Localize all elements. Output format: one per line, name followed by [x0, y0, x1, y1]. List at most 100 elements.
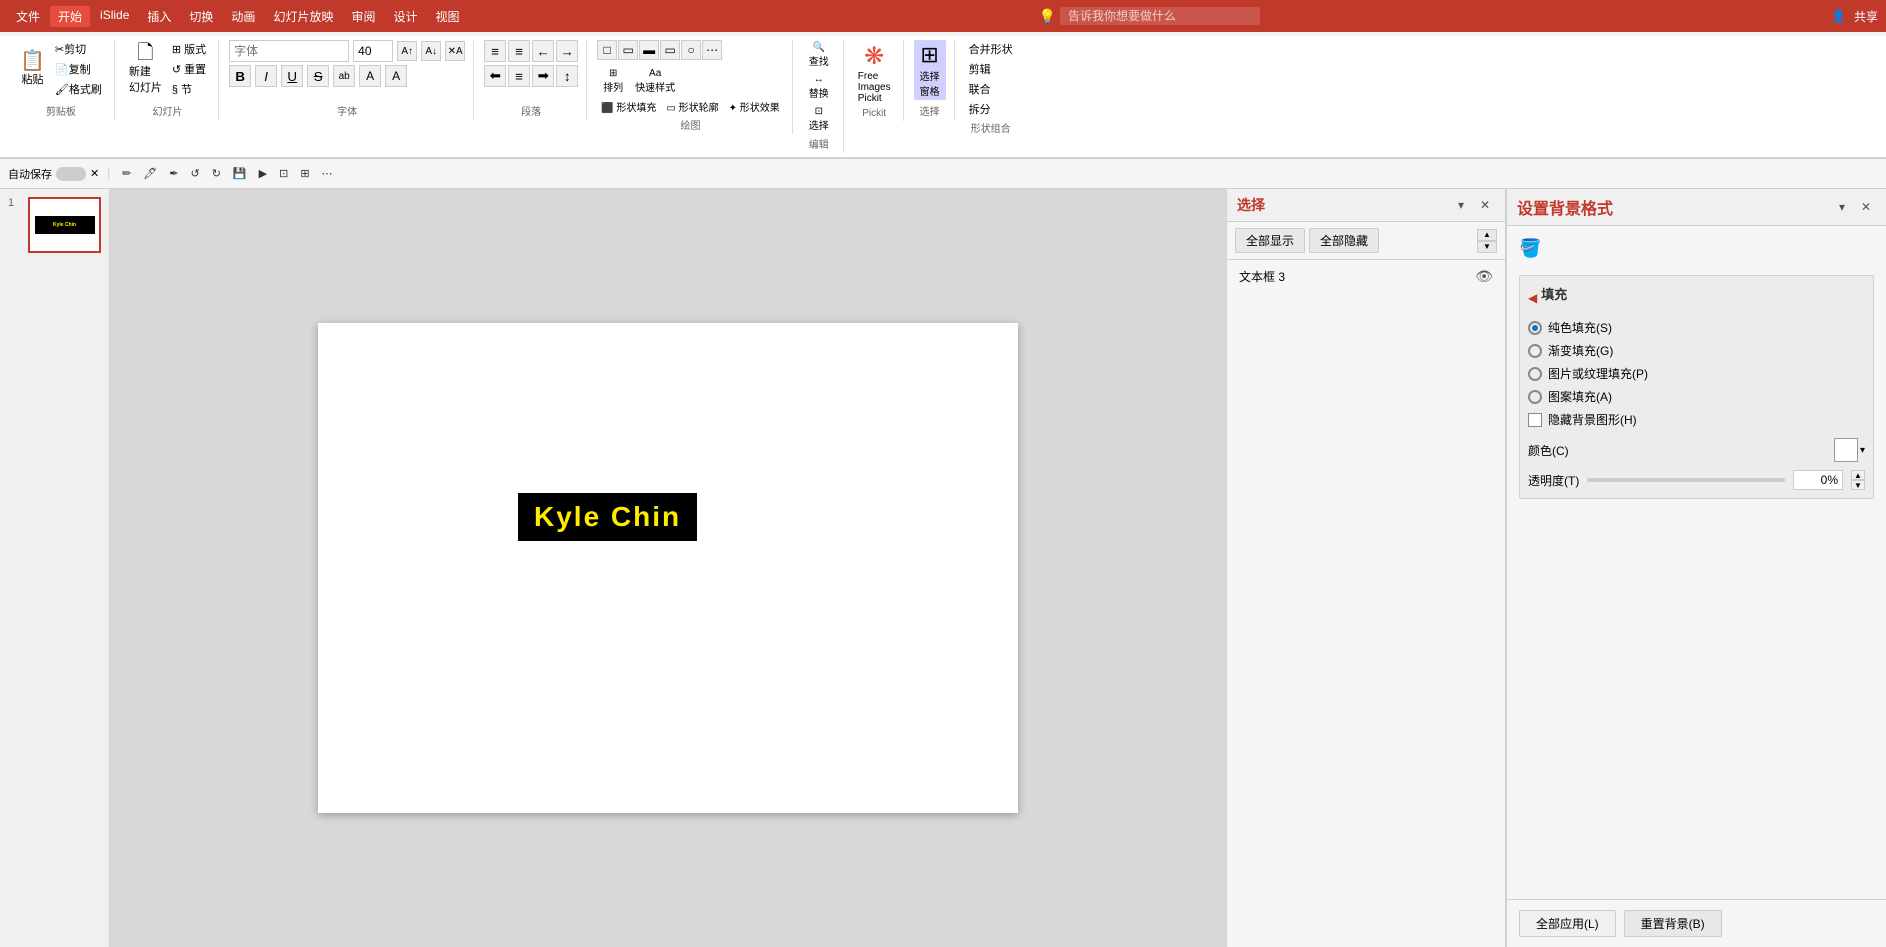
union-button[interactable]: 联合 — [965, 80, 1017, 98]
redo-button[interactable]: ↻ — [208, 165, 225, 182]
autosave-toggle[interactable] — [56, 167, 86, 181]
shapes-more-icon[interactable]: ⋯ — [702, 40, 722, 60]
highlight-tool-button[interactable]: 🖊 — [139, 165, 161, 182]
new-slide-button[interactable]: 🗋 新建幻灯片 — [125, 41, 166, 97]
menu-design[interactable]: 设计 — [385, 6, 425, 27]
strikethrough-button[interactable]: S — [307, 65, 329, 87]
opacity-down-button[interactable]: ▼ — [1851, 480, 1865, 490]
grid-button[interactable]: ⊞ — [296, 165, 313, 182]
save-button[interactable]: 💾 — [229, 165, 251, 182]
color-dropdown-arrow[interactable]: ▾ — [1860, 445, 1865, 456]
slide-show-button[interactable]: ▶ — [255, 165, 271, 182]
bold-button[interactable]: B — [229, 65, 251, 87]
italic-button[interactable]: I — [255, 65, 277, 87]
slide-thumbnail[interactable]: Kyle Chin — [28, 197, 101, 253]
text-box-icon[interactable]: □ — [597, 40, 617, 60]
find-button[interactable]: 🔍查找 — [803, 40, 835, 70]
replace-button[interactable]: ↔替换 — [803, 72, 835, 102]
solid-fill-radio[interactable]: 纯色填充(S) — [1528, 319, 1865, 336]
list-item[interactable]: 文本框 3 👁 — [1227, 264, 1505, 289]
visibility-eye-icon[interactable]: 👁 — [1475, 268, 1493, 285]
shape-effect-button[interactable]: ✦ 形状效果 — [725, 98, 784, 115]
hide-bg-checkbox[interactable] — [1528, 413, 1542, 427]
font-size-input[interactable] — [353, 40, 393, 62]
align-right-button[interactable]: ➡ — [532, 65, 554, 87]
selection-pane-button[interactable]: ⊞ 选择窗格 — [914, 40, 946, 100]
select-button[interactable]: ⊡选择 — [803, 104, 835, 134]
format-painter-button[interactable]: 🖌 格式刷 — [51, 80, 106, 98]
pickit-button[interactable]: ❋ FreeImagesPickit — [854, 40, 895, 106]
selection-mode-button[interactable]: ⊡ — [275, 165, 292, 182]
oval-icon[interactable]: ○ — [681, 40, 701, 60]
arrange-button[interactable]: ⊞排列 — [597, 66, 629, 96]
cut-button[interactable]: ✂ 剪切 — [51, 40, 106, 58]
numbering-button[interactable]: ≡ — [508, 40, 530, 62]
slide-canvas[interactable]: Kyle Chin — [318, 323, 1018, 813]
pattern-fill-radio[interactable]: 图案填充(A) — [1528, 388, 1865, 405]
bg-panel-close-button[interactable]: ✕ — [1856, 197, 1876, 217]
underline-button[interactable]: U — [281, 65, 303, 87]
font-size-decrease-button[interactable]: A↓ — [421, 41, 441, 61]
font-family-input[interactable] — [229, 40, 349, 62]
eyedropper-button[interactable]: ✒ — [165, 165, 182, 182]
share-button[interactable]: 共享 — [1854, 8, 1878, 25]
hide-all-button[interactable]: 全部隐藏 — [1309, 228, 1379, 253]
layout-button[interactable]: ⊞ 版式 — [168, 40, 210, 58]
copy-button[interactable]: 📄 复制 — [51, 60, 106, 78]
quick-style-button[interactable]: Aa快速样式 — [631, 66, 679, 96]
font-size-increase-button[interactable]: A↑ — [397, 41, 417, 61]
shadow-button[interactable]: ab — [333, 65, 355, 87]
reset-button[interactable]: ↺ 重置 — [168, 60, 210, 78]
image-shape-icon[interactable]: ▭ — [618, 40, 638, 60]
paste-button[interactable]: 📋 粘贴 — [16, 49, 49, 89]
merge-shape-button[interactable]: 合并形状 — [965, 40, 1017, 58]
search-input[interactable] — [1060, 7, 1260, 25]
gradient-fill-radio[interactable]: 渐变填充(G) — [1528, 342, 1865, 359]
menu-islide[interactable]: iSlide — [92, 6, 137, 27]
show-all-button[interactable]: 全部显示 — [1235, 228, 1305, 253]
color-swatch[interactable] — [1834, 438, 1858, 462]
round-rect-icon[interactable]: ▭ — [660, 40, 680, 60]
move-up-button[interactable]: ▲ — [1477, 229, 1497, 241]
shape-outline-button[interactable]: ▭ 形状轮廓 — [662, 98, 722, 115]
split-button[interactable]: 拆分 — [965, 100, 1017, 118]
undo-button[interactable]: ↺ — [186, 165, 203, 182]
opacity-slider[interactable] — [1587, 478, 1785, 482]
slide-text-box[interactable]: Kyle Chin — [518, 493, 697, 541]
menu-insert[interactable]: 插入 — [139, 6, 179, 27]
menu-transition[interactable]: 切换 — [181, 6, 221, 27]
panel-close-button[interactable]: ✕ — [1475, 195, 1495, 215]
decrease-indent-button[interactable]: ← — [532, 40, 554, 62]
slide-thumb-container: 1 Kyle Chin — [8, 197, 101, 253]
opacity-up-button[interactable]: ▲ — [1851, 470, 1865, 480]
rect-icon[interactable]: ▬ — [639, 40, 659, 60]
menu-slideshow[interactable]: 幻灯片放映 — [265, 6, 341, 27]
panel-dropdown-button[interactable]: ▾ — [1451, 195, 1471, 215]
apply-all-button[interactable]: 全部应用(L) — [1519, 910, 1616, 937]
align-center-button[interactable]: ≡ — [508, 65, 530, 87]
font-color-button[interactable]: A — [359, 65, 381, 87]
bullets-button[interactable]: ≡ — [484, 40, 506, 62]
text-highlight-button[interactable]: A — [385, 65, 407, 87]
ribbon-group-paragraph: ≡ ≡ ← → ⬅ ≡ ➡ ↕ 段落 — [476, 40, 587, 120]
section-button[interactable]: § 节 — [168, 80, 210, 98]
clear-format-button[interactable]: ✕A — [445, 41, 465, 61]
autosave-close[interactable]: ✕ — [90, 167, 99, 180]
pen-tool-button[interactable]: ✏ — [118, 165, 135, 182]
align-left-button[interactable]: ⬅ — [484, 65, 506, 87]
line-spacing-button[interactable]: ↕ — [556, 65, 578, 87]
clip-button[interactable]: 剪辑 — [965, 60, 1017, 78]
move-down-button[interactable]: ▼ — [1477, 241, 1497, 253]
menu-animation[interactable]: 动画 — [223, 6, 263, 27]
bg-panel-dropdown-button[interactable]: ▾ — [1832, 197, 1852, 217]
reset-bg-button[interactable]: 重置背景(B) — [1624, 910, 1722, 937]
more-btn[interactable]: ⋯ — [318, 165, 337, 182]
increase-indent-button[interactable]: → — [556, 40, 578, 62]
shape-fill-button[interactable]: ⬛ 形状填充 — [597, 98, 660, 115]
picture-fill-radio[interactable]: 图片或纹理填充(P) — [1528, 365, 1865, 382]
opacity-value-input[interactable] — [1793, 470, 1843, 490]
menu-home[interactable]: 开始 — [50, 6, 90, 27]
menu-file[interactable]: 文件 — [8, 6, 48, 27]
menu-view[interactable]: 视图 — [427, 6, 467, 27]
menu-review[interactable]: 审阅 — [343, 6, 383, 27]
